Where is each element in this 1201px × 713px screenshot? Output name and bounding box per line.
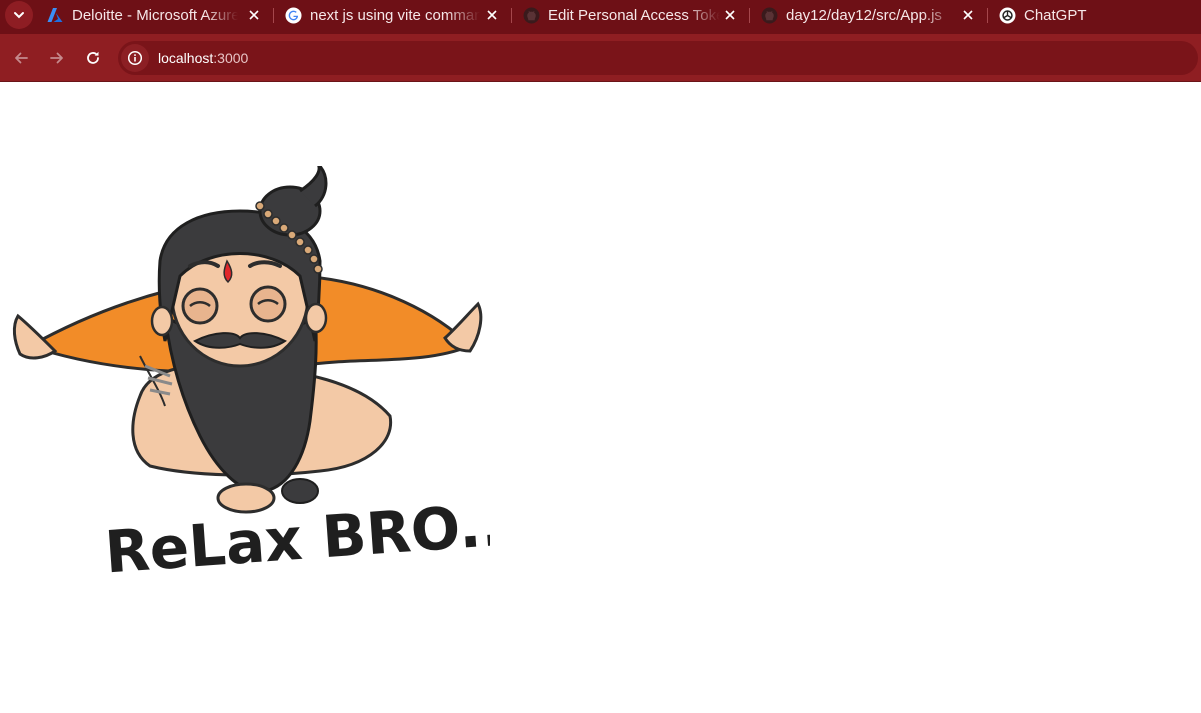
tab-title: Edit Personal Access Tokens: [548, 6, 720, 24]
back-button[interactable]: [7, 44, 35, 72]
tab-search-button[interactable]: [5, 1, 33, 29]
tab-title: ChatGPT: [1024, 6, 1087, 24]
tab-chatgpt[interactable]: ChatGPT: [998, 0, 1188, 30]
arrow-right-icon: [50, 52, 63, 64]
address-bar[interactable]: localhost:3000: [118, 41, 1198, 75]
tab-next-js-vite[interactable]: next js using vite command: [284, 0, 504, 30]
tab-title: day12/day12/src/App.js: [786, 6, 942, 24]
forward-button[interactable]: [43, 44, 71, 72]
google-icon: [284, 6, 302, 24]
tab-deloitte-azure[interactable]: Deloitte - Microsoft Azure: [46, 0, 266, 30]
reload-button[interactable]: [79, 44, 107, 72]
close-icon[interactable]: [722, 7, 738, 23]
chevron-down-icon: [14, 12, 24, 19]
url-host: localhost: [158, 50, 214, 66]
relax-bro-text: ReLax BRO..: [103, 491, 490, 586]
url-text[interactable]: localhost:3000: [158, 50, 248, 66]
close-icon[interactable]: [484, 7, 500, 23]
browser-toolbar: localhost:3000: [0, 34, 1201, 82]
tab-separator: [511, 8, 512, 23]
github-icon: [522, 6, 540, 24]
chatgpt-icon: [998, 6, 1016, 24]
github-icon: [760, 6, 778, 24]
close-icon[interactable]: [246, 7, 262, 23]
tab-title: Deloitte - Microsoft Azure: [72, 6, 238, 24]
tab-separator: [987, 8, 988, 23]
tab-strip: Deloitte - Microsoft Azure next js using…: [0, 0, 1201, 34]
tab-title: next js using vite command: [310, 6, 480, 24]
info-icon: [127, 50, 143, 66]
relax-bro-image: ReLax BRO..: [12, 166, 490, 586]
site-info-button[interactable]: [121, 44, 149, 72]
url-port: :3000: [213, 50, 249, 66]
tab-separator: [273, 8, 274, 23]
tab-app-js[interactable]: day12/day12/src/App.js: [760, 0, 980, 30]
tab-separator: [749, 8, 750, 23]
tab-personal-access-tokens[interactable]: Edit Personal Access Tokens: [522, 0, 742, 30]
close-icon[interactable]: [960, 7, 976, 23]
reload-icon: [87, 51, 99, 64]
page-viewport: ReLax BRO..: [0, 82, 1201, 713]
azure-icon: [46, 6, 64, 24]
arrow-left-icon: [15, 52, 28, 64]
